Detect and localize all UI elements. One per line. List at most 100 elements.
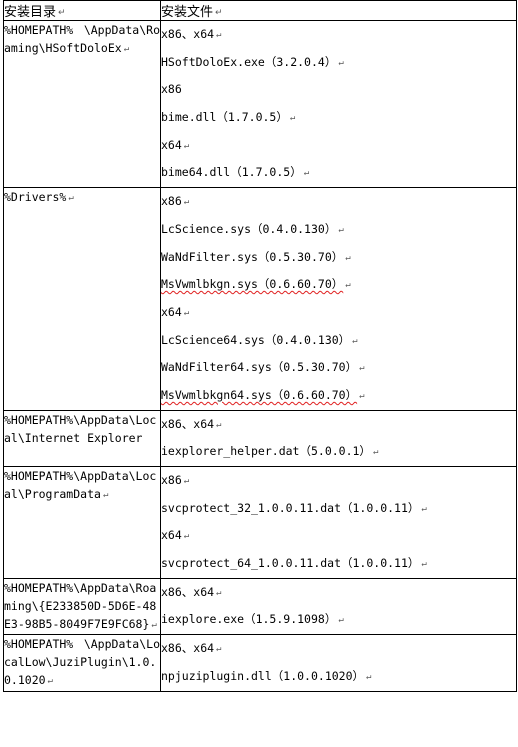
- file-line: x64 ↵: [161, 299, 516, 327]
- paragraph-mark: ↵: [338, 224, 344, 235]
- file-line: LcScience64.sys（0.4.0.130） ↵: [161, 327, 516, 355]
- paragraph-mark: ↵: [68, 193, 74, 204]
- file-line: iexplore.exe（1.5.9.1098） ↵: [161, 606, 516, 634]
- file-text: x64: [161, 137, 182, 152]
- file-text: MsVwmlbkgn.sys（0.6.60.70）: [161, 277, 344, 292]
- file-text: WaNdFilter64.sys（0.5.30.70）: [161, 360, 358, 375]
- paragraph-mark: ↵: [123, 44, 130, 54]
- file-line: LcScience.sys（0.4.0.130） ↵: [161, 216, 516, 244]
- paragraph-mark: ↵: [216, 419, 222, 430]
- file-line: iexplorer_helper.dat（5.0.0.1） ↵: [161, 438, 516, 466]
- file-text: WaNdFilter.sys（0.5.30.70）: [161, 249, 344, 264]
- table-row: %HOMEPATH% \AppData\Roaming\HSoftDoloEx ↵…: [3, 19, 517, 189]
- header-label: 安装目录: [4, 5, 57, 20]
- file-line: x86 ↵: [161, 467, 516, 495]
- file-text: x86、x64: [161, 27, 215, 41]
- paragraph-mark: ↵: [183, 307, 190, 318]
- header-row: 安装目录 ↵ 安装文件 ↵: [3, 0, 517, 21]
- file-text: npjuziplugin.dll（1.0.0.1020）: [161, 668, 365, 683]
- file-line: bime.dll（1.7.0.5） ↵: [161, 104, 516, 132]
- header-install-dir: 安装目录 ↵: [3, 0, 161, 21]
- paragraph-mark: ↵: [183, 140, 190, 151]
- file-line: x86、x64 ↵: [161, 411, 516, 439]
- file-text: bime.dll（1.7.0.5）: [161, 110, 288, 125]
- file-text: x86: [161, 194, 182, 209]
- paragraph-mark: ↵: [359, 363, 365, 374]
- file-text: x86: [161, 82, 182, 97]
- file-text: HSoftDoloEx.exe（3.2.0.4）: [161, 54, 337, 69]
- file-line: svcprotect_32_1.0.0.11.dat（1.0.0.11） ↵: [161, 495, 516, 523]
- install-dir-cell: %HOMEPATH%\AppData\Local\Internet Explor…: [3, 409, 161, 468]
- file-line: x86、x64 ↵: [161, 21, 516, 49]
- file-line: bime64.dll（1.7.0.5） ↵: [161, 159, 516, 187]
- paragraph-mark: ↵: [102, 490, 109, 500]
- paragraph-mark: ↵: [372, 447, 379, 458]
- paragraph-mark: ↵: [338, 57, 344, 68]
- install-dir-text: %HOMEPATH% \AppData\LocalLow\JuziPlugin\…: [4, 637, 160, 688]
- header-install-files: 安装文件 ↵: [160, 0, 517, 21]
- paragraph-mark: ↵: [183, 476, 190, 486]
- file-line: x86、x64 ↵: [161, 635, 516, 663]
- file-line: x64 ↵: [161, 132, 516, 160]
- file-text: LcScience64.sys（0.4.0.130）: [161, 332, 351, 347]
- file-text: svcprotect_32_1.0.0.11.dat（1.0.0.11）: [161, 500, 420, 515]
- install-files-cell: x86 ↵ svcprotect_32_1.0.0.11.dat（1.0.0.11…: [160, 466, 517, 579]
- table-row: %HOMEPATH%\AppData\Roaming\{E233850D-5D6…: [3, 577, 517, 636]
- file-text: x86、x64: [161, 416, 215, 431]
- file-line: MsVwmlbkgn64.sys（0.6.60.70） ↵: [161, 382, 516, 410]
- file-text: x64: [161, 304, 182, 319]
- paragraph-mark: ↵: [338, 615, 344, 626]
- paragraph-mark: ↵: [216, 587, 222, 598]
- install-table: 安装目录 ↵ 安装文件 ↵ %HOMEPATH% \AppData\Roaming\…: [3, 0, 517, 692]
- install-dir-text: %HOMEPATH%\AppData\Local\Internet Explor…: [4, 412, 157, 445]
- install-dir-cell: %HOMEPATH% \AppData\Roaming\HSoftDoloEx ↵: [3, 19, 161, 189]
- paragraph-mark: ↵: [58, 8, 66, 18]
- install-dir-cell: %Drivers% ↵: [3, 187, 161, 411]
- install-dir-text: %HOMEPATH%\AppData\Local\ProgramData: [4, 469, 157, 501]
- paragraph-mark: ↵: [303, 168, 310, 179]
- install-files-cell: x86、x64 ↵ iexplorer_helper.dat（5.0.0.1） ↵: [160, 409, 517, 468]
- table-row: %HOMEPATH%\AppData\Local\Internet Explor…: [3, 409, 517, 468]
- paragraph-mark: ↵: [345, 252, 351, 263]
- file-text: x86: [161, 473, 182, 487]
- file-line: x64 ↵: [161, 522, 516, 550]
- file-text: svcprotect_64_1.0.0.11.dat（1.0.0.11）: [161, 556, 420, 571]
- header-label: 安装文件: [161, 5, 214, 20]
- install-dir-text: %Drivers%: [4, 190, 67, 205]
- install-files-cell: x86、x64 ↵ npjuziplugin.dll（1.0.0.1020） ↵: [160, 634, 517, 692]
- install-dir-text: %HOMEPATH%\AppData\Roaming\{E233850D-5D6…: [4, 580, 157, 631]
- file-line: x86: [161, 76, 516, 104]
- file-text: MsVwmlbkgn64.sys（0.6.60.70）: [161, 387, 358, 402]
- paragraph-mark: ↵: [421, 503, 427, 514]
- paragraph-mark: ↵: [352, 335, 358, 346]
- table-row: %Drivers% ↵ x86 ↵ LcScience.sys（0.4.0.130）…: [3, 187, 517, 411]
- install-files-cell: x86、x64 ↵ iexplore.exe（1.5.9.1098） ↵: [160, 577, 517, 636]
- paragraph-mark: ↵: [183, 531, 190, 542]
- file-text: LcScience.sys（0.4.0.130）: [161, 221, 337, 236]
- paragraph-mark: ↵: [345, 280, 351, 291]
- file-text: x86、x64: [161, 641, 215, 656]
- file-line: WaNdFilter.sys（0.5.30.70） ↵: [161, 244, 516, 272]
- paragraph-mark: ↵: [421, 559, 427, 570]
- file-line: WaNdFilter64.sys（0.5.30.70） ↵: [161, 354, 516, 382]
- install-dir-cell: %HOMEPATH%\AppData\Local\ProgramData ↵: [3, 466, 161, 579]
- install-dir-text: %HOMEPATH% \AppData\Roaming\HSoftDoloEx: [4, 23, 160, 55]
- paragraph-mark: ↵: [47, 676, 53, 687]
- install-files-cell: x86 ↵ LcScience.sys（0.4.0.130） ↵ WaNdFilte…: [160, 187, 517, 411]
- file-line: x86、x64 ↵: [161, 579, 516, 607]
- install-files-cell: x86、x64 ↵ HSoftDoloEx.exe（3.2.0.4） ↵ x86 b…: [160, 19, 517, 189]
- paragraph-mark: ↵: [216, 644, 222, 655]
- paragraph-mark: ↵: [216, 30, 222, 40]
- paragraph-mark: ↵: [183, 197, 190, 208]
- file-line: HSoftDoloEx.exe（3.2.0.4） ↵: [161, 49, 516, 77]
- file-line: MsVwmlbkgn.sys（0.6.60.70） ↵: [161, 271, 516, 299]
- file-text: iexplore.exe（1.5.9.1098）: [161, 612, 337, 627]
- paragraph-mark: ↵: [359, 390, 365, 401]
- file-line: x86 ↵: [161, 188, 516, 216]
- file-line: npjuziplugin.dll（1.0.0.1020） ↵: [161, 663, 516, 691]
- paragraph-mark: ↵: [151, 619, 157, 630]
- paragraph-mark: ↵: [366, 671, 372, 682]
- file-text: x86、x64: [161, 584, 215, 599]
- table-row: %HOMEPATH% \AppData\LocalLow\JuziPlugin\…: [3, 634, 517, 692]
- file-text: bime64.dll（1.7.0.5）: [161, 165, 302, 180]
